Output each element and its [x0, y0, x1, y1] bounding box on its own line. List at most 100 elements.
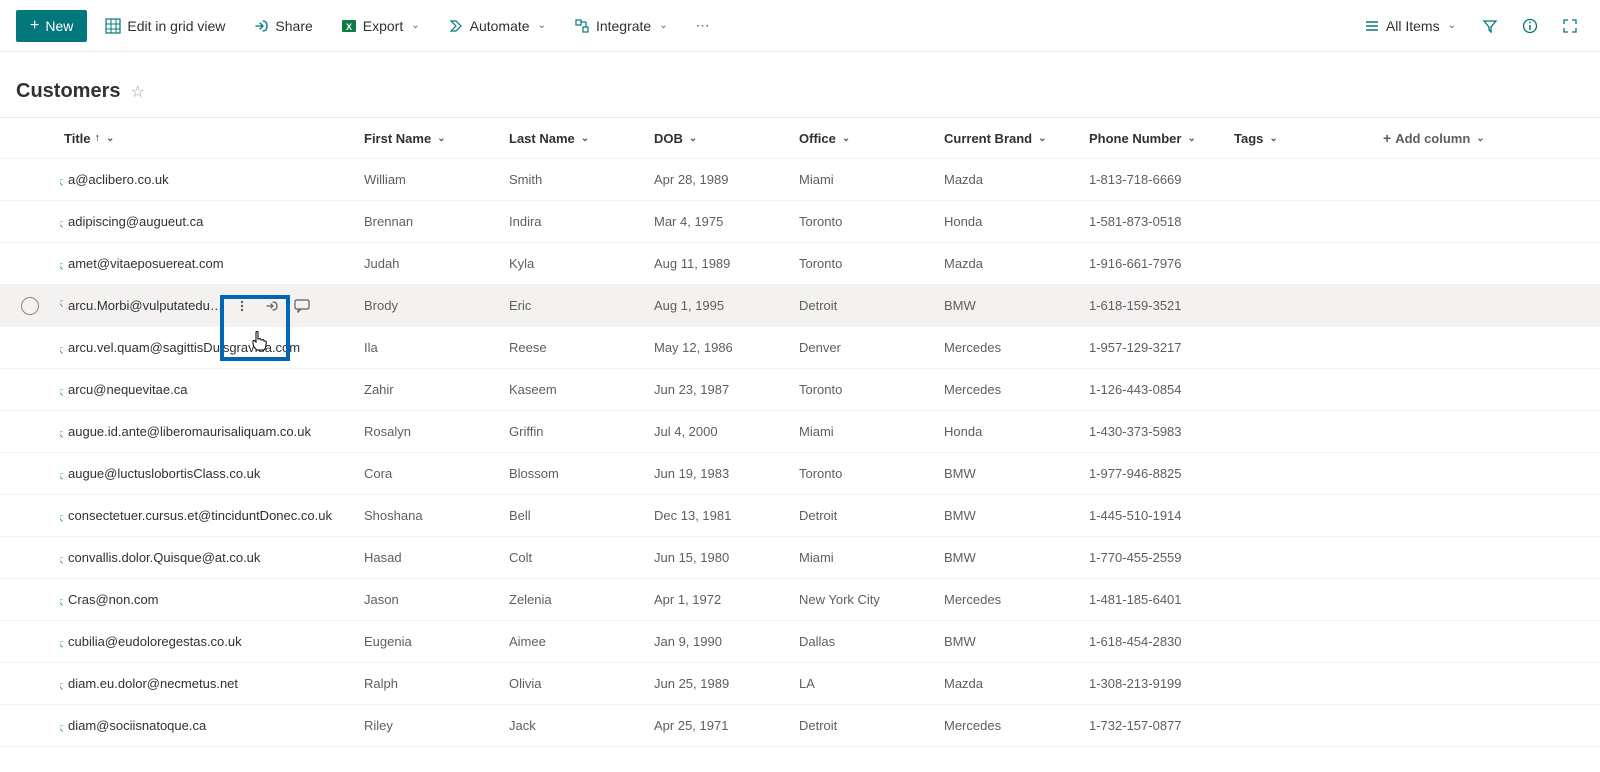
integrate-icon — [574, 18, 590, 34]
cell-title[interactable]: ⇱ arcu.vel.quam@sagittisDuisgravida.com — [60, 340, 360, 355]
chevron-down-icon: ⌄ — [1269, 133, 1277, 144]
integrate-button[interactable]: Integrate ⌄ — [564, 10, 678, 42]
share-button[interactable]: Share — [243, 10, 322, 42]
row-share-button[interactable] — [259, 293, 285, 319]
cell-title[interactable]: ⇱ cubilia@eudoloregestas.co.uk — [60, 634, 360, 649]
table-row[interactable]: ⇱ augue.id.ante@liberomaurisaliquam.co.u… — [0, 411, 1600, 453]
link-indicator-icon: ⇱ — [60, 724, 64, 733]
cell-brand: BMW — [940, 298, 1085, 313]
cell-lastname: Aimee — [505, 634, 650, 649]
row-comment-button[interactable] — [289, 293, 315, 319]
excel-icon: X — [341, 18, 357, 34]
filter-button[interactable] — [1476, 12, 1504, 40]
table-row[interactable]: ⇱ diam.eu.dolor@necmetus.net Ralph Olivi… — [0, 663, 1600, 705]
cell-phone: 1-732-157-0877 — [1085, 718, 1230, 733]
favorite-star-icon[interactable]: ☆ — [130, 82, 144, 102]
title-text: convallis.dolor.Quisque@at.co.uk — [68, 550, 260, 565]
col-brand[interactable]: Current Brand⌄ — [940, 131, 1085, 146]
view-selector[interactable]: All Items ⌄ — [1356, 10, 1464, 42]
cell-dob: Jul 4, 2000 — [650, 424, 795, 439]
cell-dob: Jun 25, 1989 — [650, 676, 795, 691]
cell-title[interactable]: ⇱ augue@luctuslobortisClass.co.uk — [60, 466, 360, 481]
table-row[interactable]: ⇱ arcu.Morbi@vulputatedu… Brody Eric Aug… — [0, 285, 1600, 327]
add-column-button[interactable]: +Add column⌄ — [1375, 130, 1600, 146]
col-firstname-label: First Name — [364, 131, 431, 146]
link-indicator-icon: ⇱ — [60, 430, 64, 439]
row-more-button[interactable] — [229, 293, 255, 319]
cell-title[interactable]: ⇱ Cras@non.com — [60, 592, 360, 607]
row-select[interactable] — [0, 297, 60, 315]
col-firstname[interactable]: First Name ⌄ — [360, 131, 505, 146]
col-phone[interactable]: Phone Number ⌄ — [1085, 131, 1230, 146]
edit-grid-button[interactable]: Edit in grid view — [95, 10, 235, 42]
integrate-label: Integrate — [596, 18, 651, 34]
col-phone-label: Phone Number — [1089, 131, 1181, 146]
cell-office: Detroit — [795, 508, 940, 523]
cell-title[interactable]: ⇱ augue.id.ante@liberomaurisaliquam.co.u… — [60, 424, 360, 439]
cell-phone: 1-618-159-3521 — [1085, 298, 1230, 313]
cell-title[interactable]: ⇱ consectetuer.cursus.et@tinciduntDonec.… — [60, 508, 360, 523]
chevron-down-icon: ⌄ — [437, 133, 445, 144]
cell-office: Toronto — [795, 466, 940, 481]
cell-title[interactable]: ⇱ adipiscing@augueut.ca — [60, 214, 360, 229]
export-button[interactable]: X Export ⌄ — [331, 10, 430, 42]
expand-button[interactable] — [1556, 12, 1584, 40]
table-row[interactable]: ⇱ consectetuer.cursus.et@tinciduntDonec.… — [0, 495, 1600, 537]
cell-title[interactable]: ⇱ diam.eu.dolor@necmetus.net — [60, 676, 360, 691]
link-indicator-icon: ⇱ — [60, 178, 64, 187]
new-button[interactable]: + New — [16, 10, 87, 42]
cell-title[interactable]: ⇱ arcu.Morbi@vulputatedu… — [60, 293, 360, 319]
edit-grid-label: Edit in grid view — [127, 18, 225, 34]
cell-firstname: Ralph — [360, 676, 505, 691]
cell-office: Denver — [795, 340, 940, 355]
table-row[interactable]: ⇱ cubilia@eudoloregestas.co.uk Eugenia A… — [0, 621, 1600, 663]
col-title[interactable]: Title ↑ ⌄ — [60, 131, 360, 146]
table-row[interactable]: ⇱ convallis.dolor.Quisque@at.co.uk Hasad… — [0, 537, 1600, 579]
link-indicator-icon: ⇱ — [60, 640, 64, 649]
cell-firstname: Shoshana — [360, 508, 505, 523]
plus-icon: + — [30, 18, 39, 34]
col-dob[interactable]: DOB⌄ — [650, 131, 795, 146]
col-tags[interactable]: Tags⌄ — [1230, 131, 1375, 146]
cell-brand: Mercedes — [940, 382, 1085, 397]
table-row[interactable]: ⇱ a@aclibero.co.uk William Smith Apr 28,… — [0, 159, 1600, 201]
info-button[interactable] — [1516, 12, 1544, 40]
table-row[interactable]: ⇱ arcu@nequevitae.ca Zahir Kaseem Jun 23… — [0, 369, 1600, 411]
cell-dob: Jan 9, 1990 — [650, 634, 795, 649]
cell-title[interactable]: ⇱ a@aclibero.co.uk — [60, 172, 360, 187]
table-row[interactable]: ⇱ adipiscing@augueut.ca Brennan Indira M… — [0, 201, 1600, 243]
cell-office: Dallas — [795, 634, 940, 649]
chevron-down-icon: ⌄ — [1187, 133, 1195, 144]
cell-lastname: Kaseem — [505, 382, 650, 397]
automate-button[interactable]: Automate ⌄ — [438, 10, 556, 42]
table-row[interactable]: ⇱ Cras@non.com Jason Zelenia Apr 1, 1972… — [0, 579, 1600, 621]
command-bar: + New Edit in grid view Share X Export ⌄… — [0, 0, 1600, 52]
title-text: augue.id.ante@liberomaurisaliquam.co.uk — [68, 424, 311, 439]
cell-phone: 1-813-718-6669 — [1085, 172, 1230, 187]
cell-title[interactable]: ⇱ convallis.dolor.Quisque@at.co.uk — [60, 550, 360, 565]
col-lastname[interactable]: Last Name⌄ — [505, 131, 650, 146]
cell-dob: Apr 25, 1971 — [650, 718, 795, 733]
cell-lastname: Zelenia — [505, 592, 650, 607]
col-office[interactable]: Office⌄ — [795, 131, 940, 146]
table-row[interactable]: ⇱ arcu.vel.quam@sagittisDuisgravida.com … — [0, 327, 1600, 369]
table-row[interactable]: ⇱ diam@sociisnatoque.ca Riley Jack Apr 2… — [0, 705, 1600, 747]
grid-icon — [105, 18, 121, 34]
cell-brand: BMW — [940, 466, 1085, 481]
share-icon — [253, 18, 269, 34]
cell-title[interactable]: ⇱ arcu@nequevitae.ca — [60, 382, 360, 397]
cell-lastname: Eric — [505, 298, 650, 313]
flow-icon — [448, 18, 464, 34]
plus-icon: + — [1383, 130, 1391, 146]
cell-title[interactable]: ⇱ diam@sociisnatoque.ca — [60, 718, 360, 733]
col-dob-label: DOB — [654, 131, 683, 146]
cell-title[interactable]: ⇱ amet@vitaeposuereat.com — [60, 256, 360, 271]
table-row[interactable]: ⇱ amet@vitaeposuereat.com Judah Kyla Aug… — [0, 243, 1600, 285]
cell-dob: Aug 1, 1995 — [650, 298, 795, 313]
cell-phone: 1-618-454-2830 — [1085, 634, 1230, 649]
cell-phone: 1-430-373-5983 — [1085, 424, 1230, 439]
column-header-row: Title ↑ ⌄ First Name⌄ Last Name⌄ DOB⌄ Of… — [0, 117, 1600, 159]
table-row[interactable]: ⇱ augue@luctuslobortisClass.co.uk Cora B… — [0, 453, 1600, 495]
cell-office: LA — [795, 676, 940, 691]
more-commands-button[interactable]: ⋯ — [686, 10, 720, 42]
